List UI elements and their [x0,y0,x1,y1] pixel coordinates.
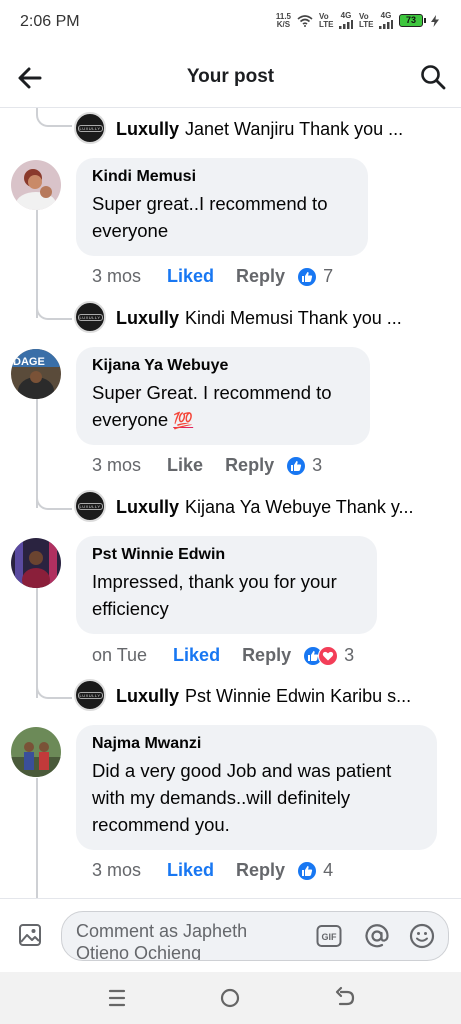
svg-text:DAGE: DAGE [13,356,45,368]
wifi-icon [297,14,313,27]
avatar-image [11,538,61,588]
signal-icon [379,20,393,29]
page-avatar[interactable]: LUXULLY [74,112,106,144]
thread-line [36,208,38,318]
comment-text: Impressed, thank you for your efficiency [92,571,337,619]
thread-line [36,778,38,898]
reaction-count[interactable]: 4 [323,860,333,881]
battery-indicator: 73 [399,14,426,27]
gif-icon[interactable]: GIF [316,924,342,948]
reply-connector [36,108,72,127]
reply-connector [36,493,72,510]
status-icons: 11.5 K/S Vo LTE 4G Vo LTE 4G 73 [276,12,439,29]
avatar[interactable] [11,727,61,777]
status-bar: 2:06 PM 11.5 K/S Vo LTE 4G Vo LTE 4G 73 [0,0,461,46]
like-button[interactable]: Liked [167,266,214,287]
sim2-signal: 4G [379,12,393,29]
avatar[interactable] [11,160,61,210]
reply-button[interactable]: Reply [225,455,274,476]
comment-text: Super great..I recommend to everyone [92,193,328,241]
comment-text: Super Great. I recommend to everyone 💯 [92,382,332,430]
like-button[interactable]: Liked [173,645,220,666]
reply-text: Pst Winnie Edwin Karibu s... [185,686,412,706]
avatar-image: DAGE [11,349,61,399]
comment-author[interactable]: Kijana Ya Webuye [92,357,354,375]
reply-text: Kindi Memusi Thank you ... [185,308,402,328]
comment-actions: 3 mos Liked Reply 4 [92,860,333,881]
page-avatar[interactable]: LUXULLY [74,679,106,711]
reaction-count[interactable]: 3 [312,455,322,476]
comment-time[interactable]: on Tue [92,645,147,666]
reaction-count[interactable]: 7 [323,266,333,287]
reply-author: Luxully [116,119,180,139]
status-time: 2:06 PM [20,13,80,30]
page-avatar[interactable]: LUXULLY [74,490,106,522]
sim1-label: Vo LTE [319,11,334,29]
comment-time[interactable]: 3 mos [92,266,141,287]
reply-button[interactable]: Reply [242,645,291,666]
avatar[interactable]: DAGE [11,349,61,399]
like-reaction-icon[interactable] [297,860,318,881]
comment-author[interactable]: Kindi Memusi [92,168,352,186]
comment-author[interactable]: Najma Mwanzi [92,735,421,753]
avatar-image [11,160,61,210]
page-title: Your post [186,66,275,87]
avatar-image [11,727,61,777]
like-button[interactable]: Liked [167,860,214,881]
page-avatar[interactable]: LUXULLY [74,301,106,333]
search-icon[interactable] [419,63,447,91]
photo-icon[interactable] [18,923,42,947]
reply-preview[interactable]: Luxully Pst Winnie Edwin Karibu s... [116,686,451,707]
like-reaction-icon[interactable] [286,455,307,476]
reply-author: Luxully [116,308,180,328]
comment-actions: 3 mos Like Reply 3 [92,455,322,476]
menu-icon[interactable] [104,986,130,1010]
system-nav-bar [0,972,461,1024]
reply-author: Luxully [116,497,180,517]
reply-connector [36,303,72,320]
like-reaction-icon[interactable] [297,266,318,287]
comment-composer: Comment as Japheth Otieno Ochieng GIF [0,898,461,972]
comment-bubble[interactable]: Pst Winnie Edwin Impressed, thank you fo… [76,536,377,634]
reply-connector [36,682,72,699]
comment-actions: on Tue Liked Reply 3 [92,645,354,666]
like-button[interactable]: Like [167,455,203,476]
thread-line [36,398,38,508]
reaction-count[interactable]: 3 [344,645,354,666]
comment-time[interactable]: 3 mos [92,455,141,476]
comment-actions: 3 mos Liked Reply 7 [92,266,333,287]
emoji-icon[interactable] [409,923,435,949]
comment-time[interactable]: 3 mos [92,860,141,881]
avatar[interactable] [11,538,61,588]
reply-preview[interactable]: Luxully Janet Wanjiru Thank you ... [116,119,451,140]
comment-text: Did a very good Job and was patient with… [92,760,392,835]
comment-bubble[interactable]: Najma Mwanzi Did a very good Job and was… [76,725,437,850]
reply-preview[interactable]: Luxully Kindi Memusi Thank you ... [116,308,451,329]
reply-text: Kijana Ya Webuye Thank y... [185,497,414,517]
comment-placeholder: Comment as Japheth Otieno Ochieng [76,921,248,961]
top-app-bar: Your post [0,46,461,108]
reply-button[interactable]: Reply [236,860,285,881]
signal-icon [339,20,353,29]
reply-button[interactable]: Reply [236,266,285,287]
sim2-label: Vo LTE [359,11,374,29]
reply-text: Janet Wanjiru Thank you ... [185,119,404,139]
at-icon[interactable] [364,923,390,949]
home-circle-icon[interactable] [217,986,243,1010]
sim1-signal: 4G [339,12,353,29]
reply-preview[interactable]: Luxully Kijana Ya Webuye Thank y... [116,497,451,518]
comment-bubble[interactable]: Kindi Memusi Super great..I recommend to… [76,158,368,256]
comment-input[interactable]: Comment as Japheth Otieno Ochieng GIF [61,911,449,961]
comment-bubble[interactable]: Kijana Ya Webuye Super Great. I recommen… [76,347,370,445]
comment-thread: LUXULLY Luxully Janet Wanjiru Thank you .… [0,108,461,898]
charging-icon [431,14,439,27]
reply-author: Luxully [116,686,180,706]
back-nav-icon[interactable] [332,986,358,1010]
svg-text:GIF: GIF [322,932,338,942]
hundred-points-emoji: 💯 [173,413,194,430]
comment-author[interactable]: Pst Winnie Edwin [92,546,361,564]
network-speed: 11.5 K/S [275,11,291,29]
love-reaction-icon[interactable] [318,645,339,666]
